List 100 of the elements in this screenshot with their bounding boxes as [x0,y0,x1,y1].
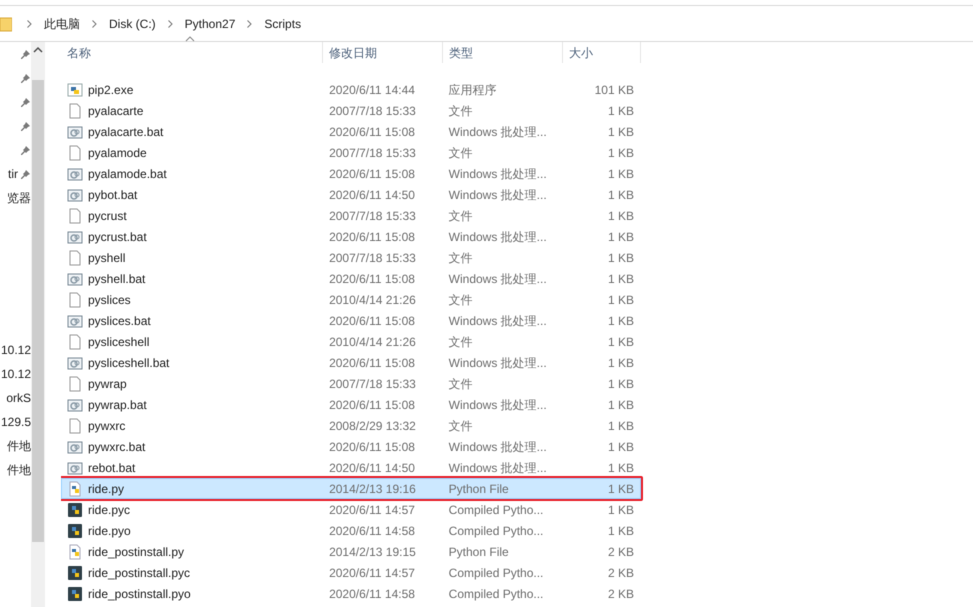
file-size: 1 KB [606,208,635,224]
sort-caret-icon [185,36,195,42]
file-type: Windows 批处理... [448,228,548,246]
breadcrumb-item[interactable]: Scripts [261,14,304,32]
file-name[interactable]: pyshell [88,248,126,266]
nav-item[interactable]: 件地 [7,461,31,479]
column-header[interactable]: 类型 [443,42,563,63]
modified-date: 2020/6/11 14:58 [328,586,416,602]
file-name[interactable]: pywxrc.bat [88,438,146,456]
batch-file-icon [67,312,83,328]
breadcrumb-item[interactable]: 此电脑 [41,14,83,32]
column-header[interactable]: 名称 [61,42,323,63]
file-type: Windows 批处理... [448,124,548,140]
modified-date: 2020/6/11 14:50 [328,460,416,476]
file-name[interactable]: pybot.bat [88,186,138,204]
file-size: 1 KB [606,270,635,288]
file-name[interactable]: ride_postinstall.pyo [88,584,191,602]
file-name[interactable]: pysliceshell.bat [88,354,170,372]
file-name[interactable]: pyalamode.bat [88,164,167,182]
modified-date: 2020/6/11 15:08 [328,396,416,414]
file-name[interactable]: ride.pyc [88,500,130,518]
modified-date: 2020/6/11 15:08 [328,354,416,372]
file-type: 文件 [448,418,474,434]
file-size: 1 KB [606,144,635,162]
file-size: 1 KB [606,396,635,414]
modified-date: 2014/2/13 19:16 [328,480,417,498]
modified-date: 2010/4/14 21:26 [328,292,417,308]
file-type: Windows 批处理... [448,270,548,288]
nav-item[interactable]: 件地 [7,437,31,455]
file-name[interactable]: pycrust [88,206,127,224]
modified-date: 2020/6/11 15:08 [328,228,416,246]
file-name[interactable]: ride_postinstall.pyc [88,564,190,582]
file-size: 1 KB [606,460,635,476]
folder-icon [0,16,12,32]
breadcrumb-item[interactable]: Disk (C:) [106,14,159,32]
nav-item[interactable]: tir [8,165,18,183]
file-size: 1 KB [606,334,635,350]
modified-date: 2020/6/11 14:44 [328,82,416,98]
file-name[interactable]: ride.pyo [88,522,131,540]
file-type: 文件 [448,334,474,350]
file-name[interactable]: pyslices.bat [88,312,151,330]
file-icon [67,292,83,308]
file-name[interactable]: pyslices [88,290,131,308]
file-type: Windows 批处理... [448,166,548,182]
file-size: 1 KB [606,292,635,308]
file-type: Python File [448,544,510,560]
file-name[interactable]: pycrust.bat [88,228,147,246]
modified-date: 2010/4/14 21:26 [328,334,417,350]
batch-file-icon [67,166,83,182]
batch-file-icon [67,186,83,202]
file-size: 1 KB [606,418,635,434]
nav-item[interactable]: 10.12 [0,365,31,383]
modified-date: 2007/7/18 15:33 [328,144,417,162]
file-name[interactable]: rebot.bat [88,458,136,476]
file-name[interactable]: pyalacarte [88,102,144,120]
file-size: 1 KB [606,228,635,246]
breadcrumb-item[interactable]: Python27 [182,14,238,32]
file-size: 101 KB [594,82,635,98]
file-type: 应用程序 [448,82,498,98]
modified-date: 2007/7/18 15:33 [328,250,417,266]
chevron-icon [168,20,173,28]
nav-item[interactable]: 览器 [7,189,31,207]
modified-date: 2020/6/11 15:08 [328,166,416,182]
modified-date: 2014/2/13 19:15 [328,544,417,560]
file-name[interactable]: pyalacarte.bat [88,122,164,140]
file-name[interactable]: pyshell.bat [88,270,146,288]
file-size: 1 KB [606,354,635,372]
file-name[interactable]: ride_postinstall.py [88,542,184,560]
modified-date: 2020/6/11 15:08 [328,124,416,140]
scrollbar-thumb[interactable] [32,80,44,542]
file-type: 文件 [448,208,474,224]
file-type: 文件 [448,102,474,120]
file-icon [67,102,83,118]
program-icon [67,82,83,98]
file-type: Windows 批处理... [448,186,548,204]
selected-row[interactable]: ride.py 2014/2/13 19:16 Python File 1 KB [61,478,641,499]
file-name[interactable]: pysliceshell [88,332,150,350]
file-name[interactable]: pywxrc [88,416,126,434]
file-name[interactable]: pyalamode [88,144,147,162]
compiled-python-icon [67,564,83,580]
chevron-icon [92,20,97,28]
batch-file-icon [67,228,83,244]
modified-date: 2020/6/11 15:08 [328,270,416,288]
file-name[interactable]: ride.py [88,480,124,498]
scrollbar[interactable] [31,42,45,607]
nav-item[interactable]: orkS [6,389,31,407]
file-type: Python File [448,480,510,498]
file-size: 1 KB [606,186,635,204]
file-name[interactable]: pywrap [88,374,127,392]
nav-item[interactable]: 10.12 [0,341,31,359]
column-header[interactable]: 修改日期 [323,42,443,63]
nav-item[interactable]: 129.5 [0,413,31,431]
file-name[interactable]: pip2.exe [88,80,134,98]
file-icon [67,376,83,392]
file-name[interactable]: pywrap.bat [88,396,147,414]
modified-date: 2007/7/18 15:33 [328,376,417,392]
file-type: Windows 批处理... [448,396,548,414]
batch-file-icon [67,460,83,476]
file-type: 文件 [448,250,474,266]
column-header[interactable]: 大小 [563,42,641,63]
